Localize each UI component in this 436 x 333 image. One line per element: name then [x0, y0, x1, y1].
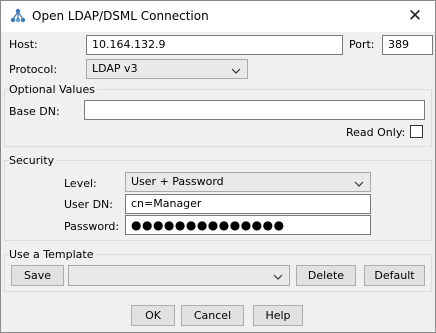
- chevron-down-icon: [354, 177, 364, 187]
- ok-button[interactable]: OK: [131, 305, 175, 326]
- template-select[interactable]: [68, 265, 290, 286]
- level-label: Level:: [64, 177, 97, 190]
- host-input[interactable]: 10.164.132.9: [86, 35, 343, 55]
- tree-icon: [10, 8, 26, 24]
- port-input[interactable]: 389: [382, 35, 433, 55]
- chevron-down-icon: [231, 64, 241, 74]
- close-button[interactable]: ✕: [395, 1, 435, 32]
- title-bar: Open LDAP/DSML Connection ✕: [1, 1, 435, 32]
- delete-template-button[interactable]: Delete: [296, 265, 356, 286]
- optional-values-label: Optional Values: [9, 83, 97, 96]
- save-template-button[interactable]: Save: [11, 265, 64, 286]
- cancel-button[interactable]: Cancel: [181, 305, 244, 326]
- template-label: Use a Template: [9, 248, 96, 261]
- host-label: Host:: [9, 38, 38, 51]
- port-label: Port:: [349, 38, 375, 51]
- user-dn-value: cn=Manager: [131, 197, 202, 210]
- default-template-button[interactable]: Default: [364, 265, 425, 286]
- security-label: Security: [9, 154, 57, 167]
- port-value: 389: [388, 38, 409, 51]
- password-input[interactable]: ●●●●●●●●●●●●●●: [125, 215, 371, 235]
- base-dn-input[interactable]: [84, 100, 425, 120]
- security-level-select[interactable]: User + Password: [125, 172, 371, 192]
- protocol-select[interactable]: LDAP v3: [86, 59, 248, 79]
- password-label: Password:: [64, 220, 120, 233]
- read-only-label: Read Only:: [346, 126, 406, 139]
- password-value: ●●●●●●●●●●●●●●: [131, 218, 285, 232]
- user-dn-label: User DN:: [64, 198, 113, 211]
- read-only-checkbox[interactable]: [410, 125, 423, 138]
- ldap-connection-dialog: Open LDAP/DSML Connection ✕ Host: 10.164…: [0, 0, 436, 333]
- base-dn-label: Base DN:: [9, 105, 60, 118]
- protocol-label: Protocol:: [9, 63, 58, 76]
- help-button[interactable]: Help: [253, 305, 303, 326]
- close-icon: ✕: [407, 6, 423, 26]
- window-title: Open LDAP/DSML Connection: [32, 9, 209, 23]
- user-dn-input[interactable]: cn=Manager: [125, 194, 371, 214]
- host-value: 10.164.132.9: [92, 38, 166, 51]
- chevron-down-icon: [273, 270, 283, 280]
- protocol-value: LDAP v3: [92, 62, 138, 75]
- security-level-value: User + Password: [131, 175, 224, 188]
